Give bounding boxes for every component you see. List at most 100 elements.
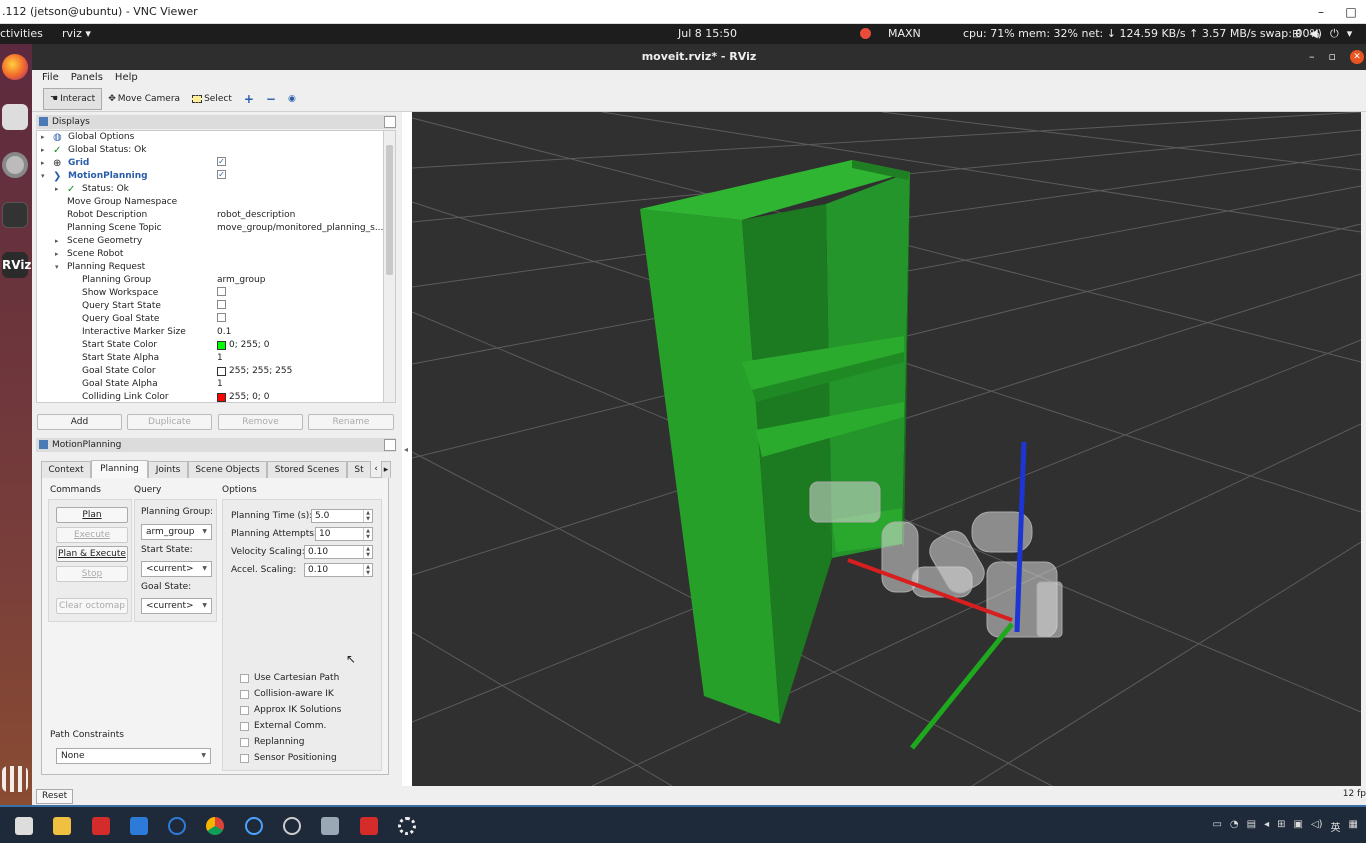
power-mode-indicator[interactable]: MAXN (888, 27, 921, 40)
expand-arrow-icon[interactable]: ▸ (55, 183, 59, 196)
tab-scroll-left-button[interactable]: ‹ (371, 461, 381, 478)
volume-icon[interactable]: ◁) (1311, 819, 1323, 834)
color-swatch-colliding[interactable] (217, 393, 226, 402)
tool-properties-button[interactable]: ◉ (282, 88, 302, 110)
volume-icon[interactable]: ◀) (1309, 27, 1322, 41)
tree-value[interactable]: 1 (217, 378, 223, 391)
query-goal-state-checkbox[interactable] (217, 313, 226, 322)
tray-icon[interactable]: ▤ (1247, 819, 1256, 834)
tree-row-start-state-alpha[interactable]: Start State Alpha 1 (37, 352, 383, 365)
github-desktop-icon[interactable] (283, 817, 301, 835)
planning-group-select[interactable]: arm_group ▼ (141, 524, 212, 540)
planning-attempts-spinbox[interactable]: 10 ▲ ▼ (315, 527, 373, 541)
use-cartesian-path-option[interactable]: Use Cartesian Path (240, 673, 339, 683)
approx-ik-checkbox[interactable] (240, 705, 249, 715)
query-start-state-checkbox[interactable] (217, 300, 226, 309)
collapse-arrow-icon[interactable]: ▾ (41, 170, 45, 183)
grid-enabled-checkbox[interactable]: ✓ (217, 157, 226, 166)
expand-arrow-icon[interactable]: ▸ (55, 248, 59, 261)
settings-gear-icon[interactable] (398, 817, 416, 835)
tab-stored-states[interactable]: St (347, 461, 371, 478)
replanning-checkbox[interactable] (240, 737, 249, 747)
tree-value[interactable]: 0; 255; 0 (229, 339, 269, 352)
robot-arm[interactable] (809, 481, 1063, 638)
app-grid-icon[interactable] (2, 766, 28, 792)
tree-row-scene-robot[interactable]: ▸ Scene Robot (37, 248, 383, 261)
planning-time-spinbox[interactable]: 5.0 ▲ ▼ (311, 509, 373, 523)
remove-tool-button[interactable]: − (260, 88, 282, 110)
expand-arrow-icon[interactable]: ▸ (55, 235, 59, 248)
tree-row-move-group-namespace[interactable]: Move Group Namespace (37, 196, 383, 209)
expand-arrow-icon[interactable]: ▸ (41, 144, 45, 157)
displays-float-button[interactable] (384, 116, 396, 128)
search-icon[interactable] (245, 817, 263, 835)
approx-ik-option[interactable]: Approx IK Solutions (240, 705, 341, 715)
tray-icon[interactable]: ◔ (1230, 819, 1239, 834)
app-menu[interactable]: rviz ▾ (62, 27, 91, 40)
tab-context[interactable]: Context (41, 461, 91, 478)
tree-row-robot-description[interactable]: Robot Description robot_description (37, 209, 383, 222)
sensor-positioning-option[interactable]: Sensor Positioning (240, 753, 337, 763)
tree-row-goal-state-alpha[interactable]: Goal State Alpha 1 (37, 378, 383, 391)
add-display-button[interactable]: Add (37, 414, 122, 430)
tab-joints[interactable]: Joints (148, 461, 188, 478)
tree-row-planning-request[interactable]: ▾ Planning Request (37, 261, 383, 274)
move-camera-tool[interactable]: ✥ Move Camera (102, 88, 186, 110)
clear-octomap-button[interactable]: Clear octomap (56, 598, 128, 614)
tree-value[interactable]: robot_description (217, 209, 295, 222)
external-comm-checkbox[interactable] (240, 721, 249, 731)
execute-button[interactable]: Execute (56, 527, 128, 543)
plan-button[interactable]: Plan (56, 507, 128, 523)
shelf-object[interactable] (640, 160, 910, 724)
collapse-arrow-icon[interactable]: ▾ (55, 261, 59, 274)
window-close-button[interactable]: ✕ (1350, 50, 1364, 64)
vnc-minimize-button[interactable]: – (1306, 5, 1336, 19)
network-icon[interactable]: ⊞ (1292, 27, 1301, 41)
plan-and-execute-button[interactable]: Plan & Execute (56, 546, 128, 562)
calculator-icon[interactable] (15, 817, 33, 835)
reset-button[interactable]: Reset (36, 789, 74, 804)
chevron-down-icon[interactable]: ▾ (1347, 27, 1353, 41)
tree-row-scene-geometry[interactable]: ▸ Scene Geometry (37, 235, 383, 248)
motionplanning-enabled-checkbox[interactable]: ✓ (217, 170, 226, 179)
use-cartesian-path-checkbox[interactable] (240, 673, 249, 683)
color-swatch-start[interactable] (217, 341, 226, 350)
file-explorer-icon[interactable] (53, 817, 71, 835)
tree-value[interactable]: 0.1 (217, 326, 231, 339)
tree-row-global-status[interactable]: ▸ ✓ Global Status: Ok (37, 144, 383, 157)
select-tool[interactable]: Select (186, 88, 238, 110)
start-state-select[interactable]: <current> ▼ (141, 561, 212, 577)
spin-arrows-icon[interactable]: ▲ ▼ (363, 510, 372, 522)
files-icon[interactable] (2, 104, 28, 130)
settings-icon[interactable] (2, 152, 28, 178)
vnc-maximize-button[interactable]: □ (1336, 5, 1366, 19)
window-restore-button[interactable]: ▫ (1329, 44, 1336, 70)
spin-arrows-icon[interactable]: ▲ ▼ (363, 528, 372, 540)
menu-file[interactable]: File (42, 70, 59, 86)
tab-scroll-right-button[interactable]: ▸ (381, 461, 391, 478)
remove-display-button[interactable]: Remove (218, 414, 303, 430)
terminal-icon[interactable] (2, 202, 28, 228)
vnc-viewer-icon[interactable] (130, 817, 148, 835)
menu-help[interactable]: Help (115, 70, 138, 86)
tree-value[interactable]: 255; 255; 255 (229, 365, 292, 378)
tree-row-query-goal-state[interactable]: Query Goal State (37, 313, 383, 326)
goal-state-select[interactable]: <current> ▼ (141, 598, 212, 614)
spin-arrows-icon[interactable]: ▲ ▼ (363, 564, 372, 576)
spin-arrows-icon[interactable]: ▲ ▼ (363, 546, 372, 558)
firefox-icon[interactable] (2, 54, 28, 80)
collision-aware-ik-checkbox[interactable] (240, 689, 249, 699)
tray-icon[interactable]: ⊞ (1277, 819, 1285, 834)
chrome-icon[interactable] (206, 817, 224, 835)
activities-button[interactable]: ctivities (0, 27, 43, 40)
tree-row-query-start-state[interactable]: Query Start State (37, 300, 383, 313)
rviz-icon[interactable]: RViz (2, 252, 31, 278)
edge-icon[interactable] (168, 817, 186, 835)
tree-row-colliding-link-color[interactable]: Colliding Link Color 255; 0; 0 (37, 391, 383, 402)
tab-stored-scenes[interactable]: Stored Scenes (267, 461, 347, 478)
tree-row-planning-scene-topic[interactable]: Planning Scene Topic move_group/monitore… (37, 222, 383, 235)
tab-planning[interactable]: Planning (91, 460, 148, 478)
external-comm-option[interactable]: External Comm. (240, 721, 326, 731)
velocity-scaling-spinbox[interactable]: 0.10 ▲ ▼ (304, 545, 373, 559)
ime-icon[interactable]: 英 (1331, 819, 1341, 834)
